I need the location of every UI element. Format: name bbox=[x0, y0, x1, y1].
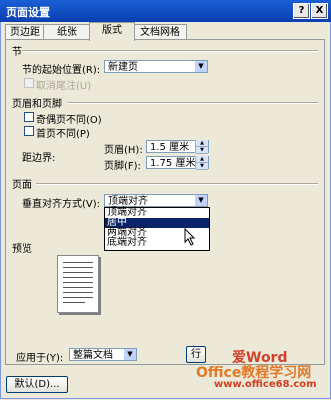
preview-page-thumbnail bbox=[57, 255, 99, 313]
footer-distance-value: 1.75 厘米 bbox=[150, 158, 196, 169]
apply-to-select[interactable]: 整篇文档 ▼ bbox=[69, 348, 137, 361]
suppress-endnotes-label: 取消尾注(U) bbox=[36, 81, 92, 92]
preview-text-line bbox=[63, 272, 93, 273]
tab-layout[interactable]: 版式 bbox=[89, 22, 135, 41]
watermark-url: www.office68.com bbox=[214, 379, 317, 390]
chevron-down-icon[interactable]: ▼ bbox=[123, 349, 136, 360]
close-button[interactable]: X bbox=[311, 3, 328, 19]
header-distance-spinner[interactable]: ▲ ▼ bbox=[195, 140, 208, 154]
section-group-title: 节 bbox=[12, 47, 22, 58]
preview-text-line bbox=[63, 282, 93, 283]
first-page-label: 首页不同(P) bbox=[36, 129, 90, 140]
spin-down-icon[interactable]: ▼ bbox=[196, 163, 208, 170]
preview-text-line bbox=[63, 302, 85, 303]
help-button[interactable]: ? bbox=[293, 3, 310, 19]
section-divider bbox=[22, 50, 318, 52]
valign-value: 顶端对齐 bbox=[108, 196, 148, 207]
line-numbers-button[interactable]: 行 bbox=[186, 346, 206, 363]
odd-even-checkbox[interactable] bbox=[24, 112, 34, 122]
preview-text-line bbox=[63, 297, 93, 298]
first-page-checkbox[interactable] bbox=[24, 126, 34, 136]
valign-select[interactable]: 顶端对齐 ▼ bbox=[104, 194, 208, 207]
footer-distance-label: 页脚(F): bbox=[104, 161, 141, 172]
suppress-endnotes-checkbox[interactable] bbox=[24, 78, 34, 88]
spin-down-icon[interactable]: ▼ bbox=[196, 147, 208, 154]
header-distance-label: 页眉(H): bbox=[104, 145, 143, 156]
preview-group-title: 预览 bbox=[12, 244, 32, 255]
preview-text-line bbox=[63, 277, 93, 278]
tab-document-grid[interactable]: 文档网格 bbox=[133, 24, 187, 40]
tab-paper[interactable]: 纸张 bbox=[43, 24, 91, 40]
section-start-label: 节的起始位置(R): bbox=[22, 65, 101, 76]
chevron-down-icon[interactable]: ▼ bbox=[194, 195, 207, 206]
footer-distance-spinner[interactable]: ▲ ▼ bbox=[195, 156, 208, 170]
page-divider bbox=[36, 183, 318, 185]
preview-text-line bbox=[63, 262, 93, 263]
page-group-title: 页面 bbox=[12, 180, 32, 191]
valign-label: 垂直对齐方式(V): bbox=[22, 199, 101, 210]
spin-up-icon[interactable]: ▲ bbox=[196, 156, 208, 163]
default-button[interactable]: 默认(D)... bbox=[6, 376, 68, 393]
header-footer-group-title: 页眉和页脚 bbox=[12, 99, 62, 110]
preview-text-line bbox=[63, 292, 93, 293]
from-edge-label: 距边界: bbox=[22, 153, 56, 164]
preview-text-line bbox=[63, 267, 93, 268]
header-distance-value: 1.5 厘米 bbox=[150, 142, 190, 153]
header-footer-divider bbox=[68, 102, 318, 104]
title-bar: 页面设置 ? X bbox=[0, 0, 331, 22]
section-start-select[interactable]: 新建页 ▼ bbox=[104, 60, 208, 73]
apply-to-value: 整篇文档 bbox=[73, 350, 113, 361]
window-title: 页面设置 bbox=[6, 6, 50, 19]
apply-to-label: 应用于(Y): bbox=[16, 353, 64, 364]
tab-margins[interactable]: 页边距 bbox=[5, 24, 45, 40]
section-start-value: 新建页 bbox=[108, 62, 138, 73]
spin-up-icon[interactable]: ▲ bbox=[196, 140, 208, 147]
mouse-pointer-icon bbox=[184, 228, 196, 246]
chevron-down-icon[interactable]: ▼ bbox=[194, 61, 207, 72]
footer-distance-input[interactable]: 1.75 厘米 ▲ ▼ bbox=[146, 156, 209, 170]
header-distance-input[interactable]: 1.5 厘米 ▲ ▼ bbox=[146, 140, 209, 154]
odd-even-label: 奇偶页不同(O) bbox=[36, 115, 102, 126]
preview-text-line bbox=[63, 287, 93, 288]
